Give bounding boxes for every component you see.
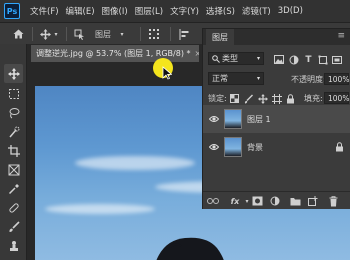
menu-image[interactable]: 图像(I) [102, 5, 128, 17]
mouse-cursor-icon [162, 66, 172, 80]
quick-selection-tool-icon[interactable] [4, 122, 23, 141]
layer-style-fx-icon[interactable]: fx [229, 195, 241, 207]
show-transform-controls-icon[interactable] [147, 23, 161, 45]
new-adjustment-layer-icon[interactable] [269, 195, 281, 207]
menu-edit[interactable]: 编辑(E) [66, 5, 95, 17]
panel-menu-icon[interactable]: ≡ [337, 31, 345, 41]
photoshop-logo: Ps [4, 3, 20, 19]
eyedropper-tool-icon[interactable] [4, 179, 23, 198]
filter-kind-value: 类型 [222, 54, 238, 63]
silhouette-hair [156, 237, 224, 260]
fill-label: 填充: [304, 94, 323, 103]
layer-filter-row: 类型 ▾ T [203, 51, 350, 67]
brush-tool-icon[interactable] [4, 217, 23, 236]
filter-shape-icon[interactable] [317, 54, 328, 65]
filter-chevron-icon: ▾ [256, 55, 260, 62]
frame-tool-icon[interactable] [4, 160, 23, 179]
move-tool-icon[interactable] [4, 64, 23, 83]
eye-visibility-icon[interactable] [209, 114, 219, 124]
tool-preset-chevron-icon[interactable]: ▾ [52, 23, 60, 45]
auto-select-target[interactable]: 图层 [90, 23, 116, 45]
menu-layer[interactable]: 图层(L) [135, 5, 163, 17]
menu-type[interactable]: 文字(Y) [170, 5, 199, 17]
blend-chevron-icon: ▾ [256, 75, 260, 82]
eye-visibility-icon[interactable] [209, 142, 219, 152]
lock-artboard-icon[interactable] [271, 93, 282, 104]
link-layers-icon[interactable] [207, 195, 219, 207]
menu-filter[interactable]: 滤镜(T) [242, 5, 271, 17]
lock-image-pixels-icon[interactable] [243, 93, 254, 104]
document-title: 调整逆光.jpg @ 53.7% (图层 1, RGB/8) * [36, 49, 191, 58]
filter-kind-select[interactable]: 类型 ▾ [208, 52, 264, 65]
filter-smart-object-icon[interactable] [331, 54, 342, 65]
layer-name[interactable]: 图层 1 [247, 114, 271, 125]
lock-position-icon[interactable] [257, 93, 268, 104]
search-icon [212, 54, 220, 63]
layer-thumbnail [224, 109, 242, 129]
delete-layer-icon[interactable] [327, 195, 339, 207]
target-chevron-icon[interactable]: ▾ [118, 23, 126, 45]
layers-panel-footer: fx ▾ [203, 191, 350, 209]
home-icon[interactable] [10, 23, 26, 45]
crop-tool-icon[interactable] [4, 141, 23, 160]
menu-bar: Ps 文件(F) 编辑(E) 图像(I) 图层(L) 文字(Y) 选择(S) 滤… [0, 0, 350, 22]
align-left-icon[interactable] [177, 23, 191, 45]
menu-3d[interactable]: 3D(D) [278, 6, 303, 16]
layer-lock-icon[interactable] [335, 142, 344, 152]
healing-brush-tool-icon[interactable] [4, 198, 23, 217]
layers-panel: 图层 ≡ 类型 ▾ T 正常 ▾ 不透明度: 100% 锁定: 填充: 100%… [202, 28, 350, 209]
filter-pixel-icon[interactable] [273, 54, 284, 65]
menu-file[interactable]: 文件(F) [30, 5, 59, 17]
close-document-icon[interactable]: × [195, 49, 200, 58]
layer-thumbnail [224, 137, 242, 157]
add-mask-icon[interactable] [251, 195, 263, 207]
opacity-label: 不透明度: [291, 75, 326, 84]
lock-label: 锁定: [208, 94, 227, 103]
document-tab[interactable]: 调整逆光.jpg @ 53.7% (图层 1, RGB/8) * × [31, 45, 199, 62]
filter-type-icon[interactable]: T [303, 54, 314, 65]
lasso-tool-icon[interactable] [4, 103, 23, 122]
lock-transparent-pixels-icon[interactable] [229, 93, 240, 104]
new-layer-icon[interactable] [307, 195, 319, 207]
tab-layers[interactable]: 图层 [206, 29, 234, 45]
menu-select[interactable]: 选择(S) [206, 5, 235, 17]
layers-panel-header: 图层 ≡ [203, 29, 350, 45]
fill-input[interactable]: 100% [324, 92, 349, 104]
marquee-tool-icon[interactable] [4, 84, 23, 103]
blend-mode-select[interactable]: 正常 ▾ [208, 72, 264, 85]
auto-select-icon[interactable] [72, 23, 86, 45]
blend-mode-value: 正常 [212, 74, 228, 83]
new-group-icon[interactable] [289, 195, 301, 207]
layer-row[interactable]: 背景 [203, 133, 350, 161]
move-tool-icon[interactable] [38, 23, 52, 45]
history-brush-tool-icon[interactable] [4, 254, 23, 260]
lock-all-icon[interactable] [285, 93, 296, 104]
layer-name[interactable]: 背景 [247, 142, 263, 153]
filter-adjustment-icon[interactable] [288, 54, 299, 65]
clone-stamp-tool-icon[interactable] [4, 236, 23, 255]
tools-panel [0, 44, 27, 260]
opacity-input[interactable]: 100% [324, 73, 349, 85]
layer-row[interactable]: 图层 1 [203, 105, 350, 133]
lock-fill-row: 锁定: 填充: 100% [203, 90, 350, 106]
blend-opacity-row: 正常 ▾ 不透明度: 100% [203, 71, 350, 87]
